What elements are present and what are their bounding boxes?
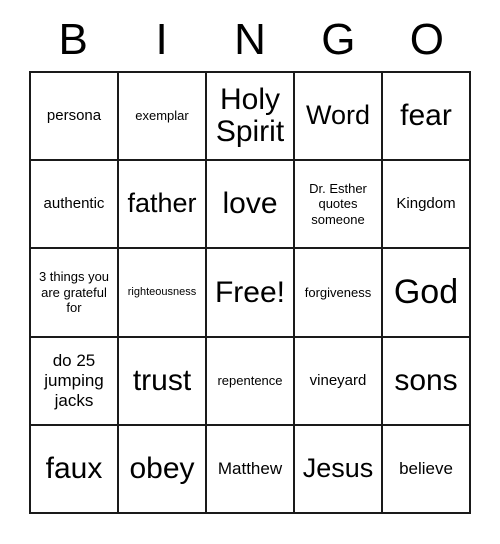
bingo-cell-label: righteousness bbox=[127, 285, 197, 298]
bingo-cell[interactable]: vineyard bbox=[295, 337, 383, 426]
bingo-cell-label: Dr. Esther quotes someone bbox=[309, 180, 367, 228]
bingo-cell[interactable]: Jesus bbox=[295, 425, 383, 514]
bingo-header-letter-n: N bbox=[234, 15, 266, 64]
bingo-header-letter-o: O bbox=[409, 15, 444, 64]
bingo-cell-label: Matthew bbox=[217, 458, 283, 478]
bingo-cell[interactable]: repentence bbox=[207, 337, 295, 426]
bingo-cell-label: father bbox=[127, 188, 197, 219]
bingo-header-letter-b: B bbox=[58, 15, 88, 64]
bingo-cell[interactable]: persona bbox=[31, 73, 119, 162]
bingo-cell-label: believe bbox=[399, 458, 453, 478]
bingo-header-row: BINGO bbox=[29, 12, 471, 68]
bingo-cell-label: exemplar bbox=[135, 108, 189, 124]
bingo-cell-label: do 25 jumping jacks bbox=[44, 350, 104, 410]
bingo-cell[interactable]: 3 things you are grateful for bbox=[31, 249, 119, 338]
bingo-cell-label: persona bbox=[46, 107, 102, 125]
bingo-cell[interactable]: forgiveness bbox=[295, 249, 383, 338]
bingo-cell[interactable]: trust bbox=[119, 337, 207, 426]
bingo-cell[interactable]: obey bbox=[119, 425, 207, 514]
bingo-cell[interactable]: fear bbox=[383, 73, 471, 162]
bingo-cell-label: 3 things you are grateful for bbox=[38, 268, 110, 316]
bingo-cell[interactable]: Kingdom bbox=[383, 161, 471, 250]
bingo-cell-label: God bbox=[393, 272, 459, 311]
bingo-grid: persona exemplar Holy Spirit Word fear authen… bbox=[29, 71, 471, 514]
bingo-cell-label: Free! bbox=[214, 275, 286, 309]
bingo-cell-label: Kingdom bbox=[396, 195, 456, 213]
bingo-cell-label: trust bbox=[132, 363, 192, 397]
bingo-cell-label: repentence bbox=[217, 372, 283, 388]
bingo-cell[interactable]: faux bbox=[31, 425, 119, 514]
bingo-cell[interactable]: Holy Spirit bbox=[207, 73, 295, 162]
bingo-cell-label: Jesus bbox=[302, 453, 374, 484]
bingo-cell[interactable]: love bbox=[207, 161, 295, 250]
bingo-cell[interactable]: God bbox=[383, 249, 471, 338]
bingo-cell[interactable]: Matthew bbox=[207, 425, 295, 514]
bingo-cell-label: Holy Spirit bbox=[215, 83, 285, 149]
bingo-cell-label: vineyard bbox=[309, 371, 367, 389]
bingo-cell[interactable]: righteousness bbox=[119, 249, 207, 338]
bingo-cell-label: fear bbox=[400, 99, 452, 133]
bingo-cell-label: love bbox=[222, 187, 278, 221]
bingo-cell[interactable]: authentic bbox=[31, 161, 119, 250]
bingo-cell[interactable]: believe bbox=[383, 425, 471, 514]
bingo-cell[interactable]: Dr. Esther quotes someone bbox=[295, 161, 383, 250]
bingo-header-letter-g: G bbox=[321, 15, 356, 64]
bingo-cell-label: Word bbox=[305, 100, 371, 131]
bingo-cell-label: obey bbox=[129, 451, 195, 485]
bingo-cell-label: forgiveness bbox=[304, 284, 372, 300]
bingo-cell[interactable]: do 25 jumping jacks bbox=[31, 337, 119, 426]
bingo-cell[interactable]: exemplar bbox=[119, 73, 207, 162]
bingo-free-space-cell[interactable]: Free! bbox=[207, 249, 295, 338]
bingo-cell-label: faux bbox=[45, 451, 103, 485]
bingo-cell-label: sons bbox=[394, 363, 458, 397]
bingo-cell[interactable]: sons bbox=[383, 337, 471, 426]
bingo-cell[interactable]: father bbox=[119, 161, 207, 250]
bingo-card: B I N G O persona exemplar Holy Spirit Word fear… bbox=[0, 0, 500, 544]
bingo-cell[interactable]: Word bbox=[295, 73, 383, 162]
bingo-header-letter-i: I bbox=[155, 15, 168, 64]
bingo-cell-label: authentic bbox=[43, 195, 105, 213]
